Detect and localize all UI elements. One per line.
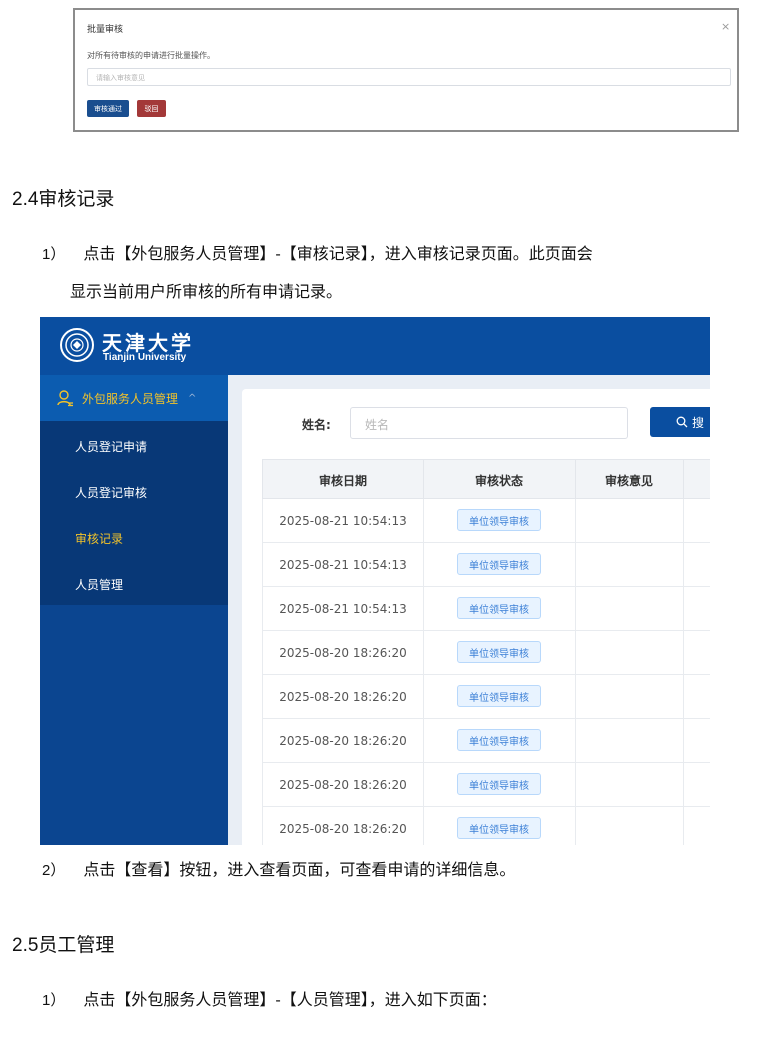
column-divider [423,763,424,807]
column-divider [423,587,424,631]
modal-title: 批量审核 [87,25,124,35]
column-divider [575,587,576,631]
column-divider [683,807,684,845]
table-row: 2025-08-20 18:26:20 单位领导审核 [262,675,710,719]
search-icon [676,416,688,428]
chevron-up-icon: ^ [188,392,197,404]
column-divider [575,719,576,763]
table-row: 2025-08-20 18:26:20 单位领导审核 [262,719,710,763]
main-content: 姓名: 姓名 搜 审核日期 审核状态 审核意见 2025-08-21 10:54… [242,389,710,845]
audit-records-screenshot: 天津大学 Tianjin University 外包服务人员管理 ^ 人员登记申… [40,317,710,845]
sidebar-item-staff-management[interactable]: 人员管理 [75,576,123,593]
column-divider [575,763,576,807]
status-badge: 单位领导审核 [457,597,541,619]
sidebar-group-label: 外包服务人员管理 [82,391,179,406]
app-header: 天津大学 Tianjin University [40,317,710,375]
column-divider [683,719,684,763]
section-number: 2.5 [12,935,39,956]
name-search-label: 姓名: [302,418,331,432]
audit-date-cell: 2025-08-20 18:26:20 [279,690,407,704]
audit-date-cell: 2025-08-21 10:54:13 [279,558,407,572]
audit-date-cell: 2025-08-21 10:54:13 [279,602,407,616]
table-row: 2025-08-20 18:26:20 单位领导审核 [262,631,710,675]
section-2-5-step-1: 1） 点击【外包服务人员管理】-【人员管理】，进入如下页面： [42,990,497,1009]
step-2: 2） 点击【查看】按钮，进入查看页面，可查看申请的详细信息。 [42,860,516,879]
table-row: 2025-08-21 10:54:13 单位领导审核 [262,587,710,631]
step-index: 1） [42,992,66,1009]
university-seal-icon [60,328,94,362]
column-divider [575,675,576,719]
modal-description: 对所有待审核的申请进行批量操作。 [87,51,215,60]
step-index: 2） [42,862,66,879]
audit-date-cell: 2025-08-20 18:26:20 [279,778,407,792]
step-text: 点击【外包服务人员管理】-【审核记录】，进入审核记录页面。此页面会 [83,244,593,263]
column-divider [423,631,424,675]
sidebar-group-outsourcing[interactable]: 外包服务人员管理 ^ [40,375,228,421]
step-text: 点击【查看】按钮，进入查看页面，可查看申请的详细信息。 [83,860,516,879]
column-divider [683,675,684,719]
table-row: 2025-08-20 18:26:20 单位领导审核 [262,807,710,845]
user-icon [57,390,73,407]
header-audit-opinion: 审核意见 [604,474,653,488]
audit-date-cell: 2025-08-20 18:26:20 [279,822,407,836]
step-1-line-2: 显示当前用户所审核的所有申请记录。 [70,282,343,301]
column-divider [575,499,576,543]
section-2-4-heading: 2.4审核记录 [12,184,114,211]
column-divider [423,719,424,763]
column-divider [423,807,424,845]
section-2-5-heading: 2.5员工管理 [12,930,114,957]
search-button-label: 搜 [692,415,705,430]
review-opinion-input[interactable]: 请输入审核意见 [87,68,731,86]
status-badge: 单位领导审核 [457,773,541,795]
step-index: 1） [42,246,66,263]
status-badge: 单位领导审核 [457,685,541,707]
column-divider [683,763,684,807]
section-title: 审核记录 [38,188,115,210]
batch-review-modal-screenshot: 批量审核 × 对所有待审核的申请进行批量操作。 请输入审核意见 审核通过 驳回 [73,8,739,132]
section-number: 2.4 [12,189,39,210]
column-divider [683,543,684,587]
logo-english-name: Tianjin University [103,352,187,363]
close-icon[interactable]: × [721,20,730,33]
status-badge: 单位领导审核 [457,553,541,575]
sidebar: 外包服务人员管理 ^ 人员登记申请 人员登记审核 审核记录 人员管理 [40,375,228,845]
section-title: 员工管理 [38,934,115,956]
sidebar-item-registration-apply[interactable]: 人员登记申请 [75,438,147,455]
column-divider [423,543,424,587]
table-row: 2025-08-21 10:54:13 单位领导审核 [262,499,710,543]
search-button[interactable]: 搜 [650,407,710,437]
status-badge: 单位领导审核 [457,817,541,839]
table-row: 2025-08-20 18:26:20 单位领导审核 [262,763,710,807]
table-row: 2025-08-21 10:54:13 单位领导审核 [262,543,710,587]
column-divider [683,631,684,675]
column-divider [683,460,684,500]
step-text: 点击【外包服务人员管理】-【人员管理】，进入如下页面： [83,990,497,1009]
status-badge: 单位领导审核 [457,729,541,751]
audit-date-cell: 2025-08-20 18:26:20 [279,734,407,748]
reject-button[interactable]: 驳回 [137,100,166,117]
sidebar-item-audit-records[interactable]: 审核记录 [75,530,123,547]
status-badge: 单位领导审核 [457,641,541,663]
audit-date-cell: 2025-08-20 18:26:20 [279,646,407,660]
table-header: 审核日期 审核状态 审核意见 [262,459,710,500]
column-divider [575,631,576,675]
column-divider [575,807,576,845]
column-divider [683,499,684,543]
header-audit-status: 审核状态 [474,474,523,488]
audit-date-cell: 2025-08-21 10:54:13 [279,514,407,528]
column-divider [423,675,424,719]
header-audit-date: 审核日期 [318,474,367,488]
step-1-line-1: 1） 点击【外包服务人员管理】-【审核记录】，进入审核记录页面。此页面会 [42,244,593,263]
sidebar-item-registration-review[interactable]: 人员登记审核 [75,484,147,501]
column-divider [575,543,576,587]
name-search-input[interactable]: 姓名 [350,407,628,439]
status-badge: 单位领导审核 [457,509,541,531]
column-divider [683,587,684,631]
column-divider [423,499,424,543]
approve-button[interactable]: 审核通过 [87,100,129,117]
